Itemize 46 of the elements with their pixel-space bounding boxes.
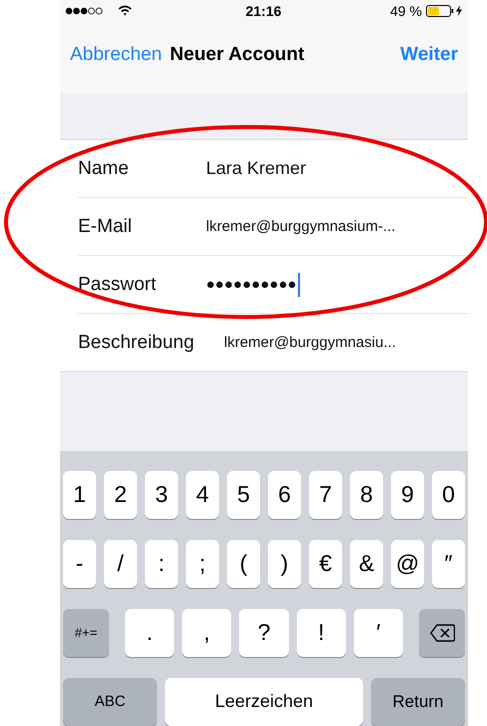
keyboard-key[interactable]: € <box>309 540 342 588</box>
keyboard-key[interactable]: & <box>350 540 383 588</box>
keyboard-key[interactable]: 1 <box>63 470 96 519</box>
keyboard-key[interactable]: , <box>182 608 232 657</box>
keyboard-key[interactable]: 6 <box>268 470 301 519</box>
keyboard-key[interactable]: ; <box>186 540 219 588</box>
signal-icon <box>65 6 104 15</box>
wifi-icon <box>118 5 132 16</box>
space-key[interactable]: Leerzeichen <box>165 678 363 726</box>
keyboard-key[interactable]: ? <box>239 608 289 657</box>
field-label: E-Mail <box>78 216 133 238</box>
keyboard-key[interactable]: : <box>145 540 178 588</box>
input-field[interactable]: lkremer@burggymnasiu... <box>224 334 396 352</box>
nav-title: Neuer Account <box>170 44 304 66</box>
keyboard-key[interactable]: ) <box>268 540 301 588</box>
keyboard-key[interactable]: 8 <box>350 470 383 519</box>
backspace-icon <box>430 624 455 642</box>
function-key[interactable]: ABC <box>63 678 157 726</box>
keyboard-key[interactable]: 3 <box>145 470 178 519</box>
keyboard-key[interactable]: 9 <box>391 470 424 519</box>
keyboard-key[interactable]: 5 <box>227 470 260 519</box>
input-field[interactable]: lkremer@burggymnasium-... <box>206 218 396 236</box>
keyboard-key[interactable]: 7 <box>309 470 342 519</box>
keyboard-key[interactable]: ( <box>227 540 260 588</box>
keyboard-key[interactable]: ″ <box>432 540 465 588</box>
battery-icon <box>426 4 454 17</box>
keyboard-key[interactable]: / <box>104 540 137 588</box>
field-label: Passwort <box>78 274 158 296</box>
keyboard-key[interactable]: ! <box>296 608 346 657</box>
function-key[interactable]: Return <box>371 678 465 726</box>
keyboard-key[interactable]: - <box>63 540 96 588</box>
function-key[interactable]: #+= <box>63 608 109 657</box>
keyboard-key[interactable]: 0 <box>432 470 465 519</box>
keyboard-key[interactable]: . <box>125 608 174 657</box>
status-time: 21:16 <box>246 2 282 19</box>
keyboard-key[interactable]: @ <box>391 540 424 588</box>
field-label: Beschreibung <box>78 332 196 354</box>
battery-percentage: 49 % <box>390 2 422 19</box>
charging-bolt-icon <box>456 5 462 16</box>
keyboard-key[interactable]: 2 <box>104 470 137 519</box>
input-field[interactable]: Lara Kremer <box>206 158 306 180</box>
input-field[interactable]: ●●●●●●●●●● <box>206 272 300 297</box>
field-label: Name <box>78 158 130 180</box>
delete-key[interactable] <box>419 608 466 657</box>
keyboard-key[interactable]: 4 <box>186 470 219 519</box>
keyboard-key[interactable]: ′ <box>354 608 404 657</box>
